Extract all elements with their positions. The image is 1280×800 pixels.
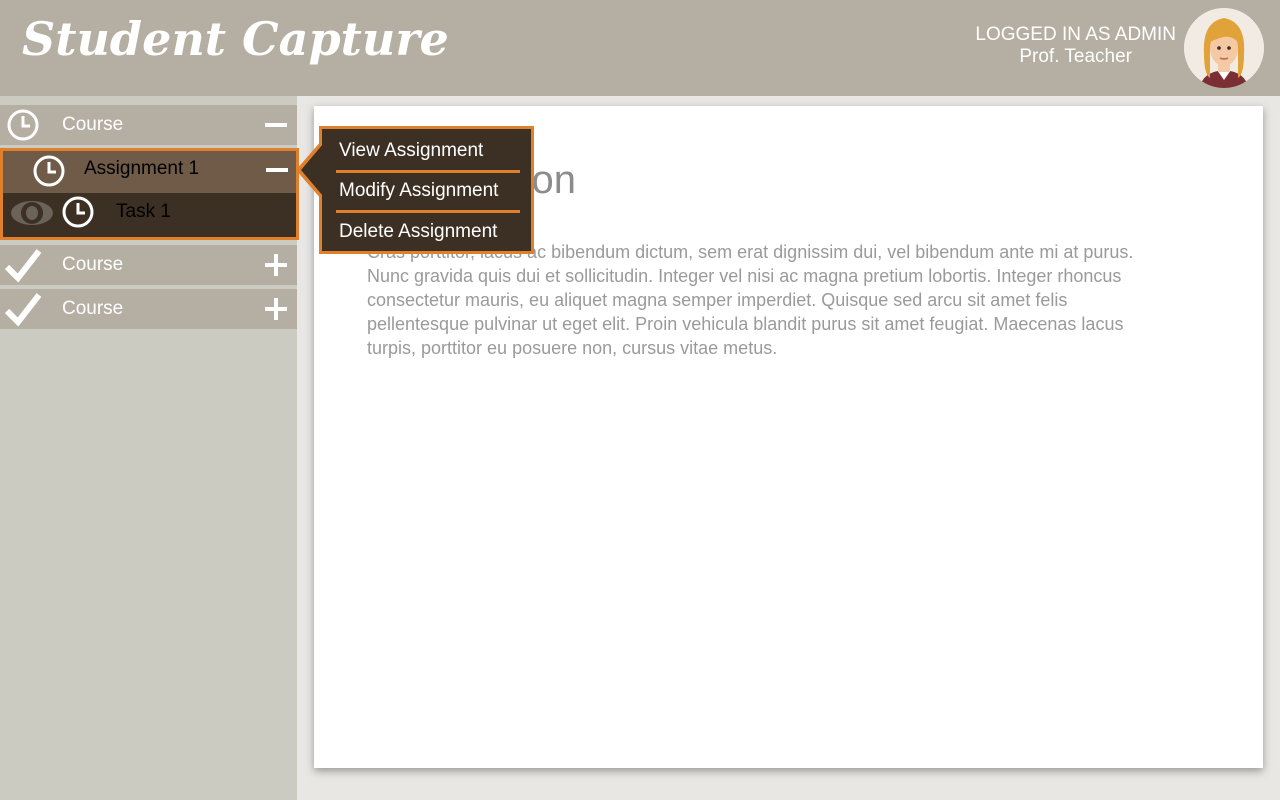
- popup-pointer-fill: [301, 144, 323, 196]
- menu-item-modify-assignment[interactable]: Modify Assignment: [339, 180, 498, 202]
- expand-icon[interactable]: [265, 298, 287, 320]
- clock-icon: [62, 196, 94, 228]
- sidebar-item-label: Course: [62, 254, 124, 275]
- collapse-icon[interactable]: [266, 159, 288, 181]
- sidebar-item-task-1[interactable]: Task 1: [3, 193, 296, 235]
- menu-divider: [336, 210, 520, 213]
- user-avatar-icon: [1184, 8, 1264, 88]
- sidebar-item-label: Course: [62, 298, 124, 319]
- sidebar-item-assignment-1[interactable]: Assignment 1: [3, 151, 296, 193]
- content-body-text: Cras porttitor, lacus ac bibendum dictum…: [367, 242, 1134, 358]
- avatar[interactable]: [1184, 8, 1264, 88]
- sidebar-item-label: Task 1: [116, 201, 171, 222]
- menu-item-view-assignment[interactable]: View Assignment: [339, 140, 483, 162]
- check-icon: [4, 293, 42, 327]
- sidebar-item-course-1[interactable]: Course: [0, 105, 297, 145]
- check-icon: [4, 249, 42, 283]
- clock-icon: [7, 109, 39, 141]
- sidebar-item-label: Assignment 1: [84, 158, 200, 179]
- menu-divider: [336, 170, 520, 173]
- sidebar-item-label: Course: [62, 114, 124, 135]
- user-role-label: LOGGED IN AS ADMIN: [975, 24, 1176, 45]
- sidebar-item-course-2[interactable]: Course: [0, 245, 297, 285]
- sidebar-item-course-3[interactable]: Course: [0, 289, 297, 329]
- app-logo[interactable]: Student Capture: [22, 12, 449, 66]
- clock-icon: [33, 155, 65, 187]
- user-info: LOGGED IN AS ADMIN Prof. Teacher: [975, 24, 1176, 68]
- expand-icon[interactable]: [265, 254, 287, 276]
- menu-item-delete-assignment[interactable]: Delete Assignment: [339, 221, 497, 243]
- user-name-label: Prof. Teacher: [1019, 46, 1133, 67]
- collapse-icon[interactable]: [265, 114, 287, 136]
- assignment-context-menu: View Assignment Modify Assignment Delete…: [319, 126, 534, 254]
- eye-icon[interactable]: [9, 198, 55, 228]
- app-header: Student Capture LOGGED IN AS ADMIN Prof.…: [0, 0, 1280, 96]
- selected-assignment-group: Assignment 1 Task 1: [0, 148, 299, 240]
